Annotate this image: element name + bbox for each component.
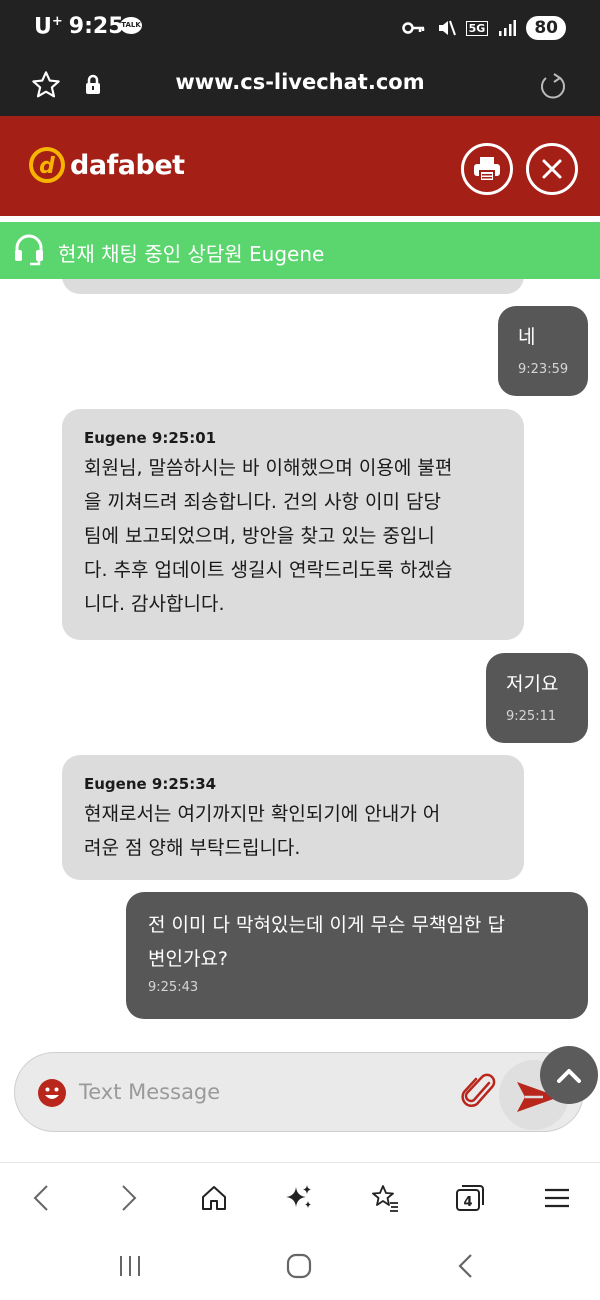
message-line: 니다. 감사합니다. (84, 593, 225, 615)
talk-notification-icon: TALK (120, 17, 142, 34)
brand-header: d dafabet (0, 116, 600, 216)
battery-indicator: 80 (526, 16, 566, 40)
message-text: 저기요 (506, 673, 559, 695)
message-input[interactable]: Text Message (79, 1080, 220, 1104)
close-icon (542, 159, 562, 179)
status-icons: 5G 80 (401, 14, 566, 42)
home-icon (202, 1186, 226, 1210)
menu-button[interactable] (540, 1181, 574, 1215)
agent-banner-text: 현재 채팅 중인 상담원 Eugene (58, 242, 325, 266)
carrier-time: U+ 9:25 (34, 14, 124, 39)
message-time: 9:25:43 (148, 980, 199, 995)
home-button[interactable] (197, 1181, 231, 1215)
recent-apps-icon[interactable] (118, 1254, 142, 1278)
message-line: 다. 추후 업데이트 생길시 연락드리도록 하겠습 (84, 559, 453, 581)
system-back-icon[interactable] (456, 1252, 474, 1280)
url-text[interactable]: www.cs-livechat.com (0, 70, 600, 94)
dafabet-logo-mark: d (29, 147, 65, 183)
tabs-icon: 4 (456, 1185, 484, 1211)
reload-icon[interactable] (538, 70, 568, 100)
tabs-button[interactable]: 4 (453, 1181, 487, 1215)
back-button[interactable] (24, 1181, 58, 1215)
message-time: 9:25:11 (506, 709, 557, 724)
message-line: 전 이미 다 막혀있는데 이게 무슨 무책임한 답 (148, 914, 505, 936)
status-bar: U+ 9:25 TALK 5G 80 (0, 0, 600, 56)
ai-button[interactable] (282, 1181, 316, 1215)
system-home-icon[interactable] (285, 1252, 313, 1280)
chevron-right-icon (122, 1185, 137, 1211)
message-header: Eugene 9:25:34 (84, 775, 217, 793)
browser-toolbar: 4 (0, 1162, 600, 1230)
message-line: 려운 점 양해 부탁드립니다. (84, 837, 301, 859)
agent-banner: 현재 채팅 중인 상담원 Eugene (0, 222, 600, 279)
signal-icon (499, 20, 517, 36)
message-header: Eugene 9:25:01 (84, 429, 217, 447)
emoji-icon[interactable] (37, 1078, 67, 1108)
message-time: 9:23:59 (518, 362, 569, 377)
message-line: 회원님, 말씀하시는 바 이해했으며 이용에 불편 (84, 457, 453, 479)
user-message-bubble: 저기요 9:25:11 (486, 653, 588, 743)
scroll-to-top-button[interactable] (540, 1046, 598, 1104)
message-line: 변인가요? (148, 948, 229, 970)
bookmarks-star-icon (372, 1185, 398, 1212)
close-button[interactable] (526, 143, 578, 195)
clock: 9:25 (68, 14, 124, 40)
chevron-up-icon (557, 1069, 581, 1083)
browser-url-bar: www.cs-livechat.com (0, 56, 600, 116)
message-line: 을 끼쳐드려 죄송합니다. 건의 사항 이미 담당 (84, 491, 441, 513)
message-text: 네 (518, 326, 536, 348)
message-line: 팀에 보고되었으며, 방안을 찾고 있는 중입니 (84, 525, 435, 547)
bookmarks-button[interactable] (368, 1181, 402, 1215)
user-message-bubble: 전 이미 다 막혀있는데 이게 무슨 무책임한 답 변인가요? 9:25:43 (126, 892, 588, 1019)
hamburger-menu-icon (545, 1188, 569, 1208)
tab-count: 4 (463, 1195, 472, 1210)
forward-button[interactable] (112, 1181, 146, 1215)
carrier-plus: + (51, 14, 63, 29)
printer-icon (474, 157, 500, 182)
dafabet-logo: d dafabet (28, 146, 185, 184)
user-message-bubble: 네 9:23:59 (498, 306, 588, 396)
brand-name: dafabet (70, 149, 185, 181)
chat-messages[interactable]: 네 9:23:59 Eugene 9:25:01 회원님, 말씀하시는 바 이해… (0, 279, 600, 1039)
system-navigation-bar (0, 1230, 600, 1300)
paperclip-icon[interactable] (461, 1071, 497, 1111)
print-button[interactable] (461, 143, 513, 195)
chevron-left-icon (33, 1185, 48, 1211)
network-5g-icon: 5G (465, 20, 489, 36)
key-icon (401, 22, 424, 34)
agent-message-bubble: Eugene 9:25:01 회원님, 말씀하시는 바 이해했으며 이용에 불편… (62, 409, 524, 640)
sparkle-icon (286, 1185, 311, 1208)
agent-message-bubble-partial (62, 279, 524, 294)
svg-text:d: d (39, 154, 55, 179)
carrier-label: U (34, 14, 52, 40)
mute-icon (438, 20, 456, 36)
agent-message-bubble: Eugene 9:25:34 현재로서는 여기까지만 확인되기에 안내가 어 려… (62, 755, 524, 880)
headset-icon (15, 234, 43, 266)
message-line: 현재로서는 여기까지만 확인되기에 안내가 어 (84, 803, 441, 825)
